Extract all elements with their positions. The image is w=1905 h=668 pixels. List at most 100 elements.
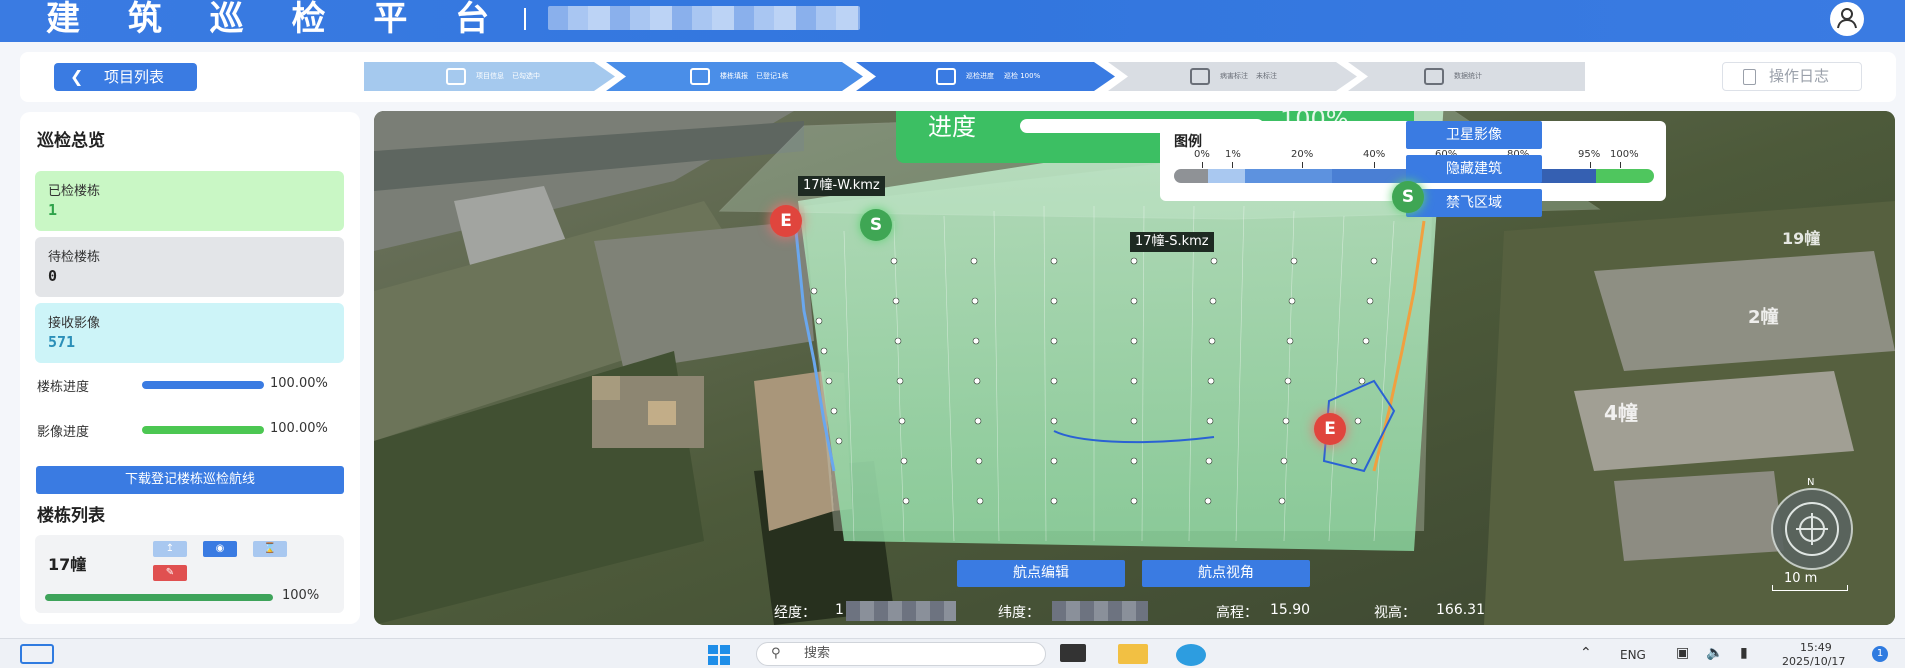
step-label: 巡检进度 bbox=[966, 72, 994, 80]
step-sub: 已登记1栋 bbox=[756, 72, 789, 80]
taskbar-search[interactable]: ⚲ 搜索 bbox=[756, 642, 1046, 666]
edit-icon[interactable]: ✎ bbox=[153, 565, 187, 581]
stats-icon bbox=[1424, 68, 1444, 85]
eye-icon[interactable]: ◉ bbox=[203, 541, 237, 557]
route-end-marker[interactable]: E bbox=[770, 205, 802, 237]
chevron-left-icon: ❮ bbox=[70, 67, 84, 86]
legend-tick-mark bbox=[1302, 162, 1303, 168]
step-inspection-progress[interactable]: 巡检进度 巡检 100% bbox=[856, 62, 1116, 91]
upload-icon[interactable]: ↥ bbox=[153, 541, 187, 557]
stat-value: 0 bbox=[48, 267, 58, 285]
legend-tick: 40% bbox=[1363, 149, 1386, 160]
app-title: 建 筑 巡 检 平 台 bbox=[46, 0, 508, 39]
hourglass-icon[interactable]: ⌛ bbox=[253, 541, 287, 557]
app: 建 筑 巡 检 平 台 ❮ 项目列表 项目信息 已勾选中 楼栋填报 已登记1栋 … bbox=[0, 0, 1905, 668]
app-header: 建 筑 巡 检 平 台 bbox=[0, 0, 1905, 42]
image-progress-label: 影像进度 bbox=[37, 425, 90, 440]
windows-taskbar: ⚲ 搜索 ⌃ ENG ▣ 🔈 ▮ 15:49 2025/10/17 1 bbox=[0, 638, 1905, 668]
waypoint-edit-button[interactable]: 航点编辑 bbox=[957, 560, 1125, 587]
legend-swatch bbox=[1208, 169, 1245, 183]
latitude-label: 纬度： bbox=[998, 605, 1040, 621]
latitude-redacted bbox=[1052, 601, 1148, 621]
legend-tick-mark bbox=[1232, 162, 1233, 168]
step-sub: 未标注 bbox=[1256, 72, 1277, 80]
battery-icon[interactable]: ▮ bbox=[1740, 645, 1748, 661]
altitude-value: 15.90 bbox=[1270, 602, 1311, 618]
legend-tick: 1% bbox=[1225, 149, 1241, 160]
user-avatar-icon[interactable] bbox=[1830, 2, 1864, 36]
map-3d-view[interactable]: 进度 100% 图例 0% 1% 20% 40% 60% 80% 95% 100… bbox=[374, 111, 1895, 625]
download-route-button[interactable]: 下载登记楼栋巡检航线 bbox=[36, 466, 344, 494]
edge-browser-icon[interactable] bbox=[1176, 644, 1206, 666]
stat-value: 1 bbox=[48, 201, 58, 219]
no-fly-zone-button[interactable]: 禁飞区域 bbox=[1406, 189, 1542, 217]
input-language[interactable]: ENG bbox=[1620, 648, 1646, 662]
hide-buildings-button[interactable]: 隐藏建筑 bbox=[1406, 155, 1542, 183]
building-progress-bar bbox=[142, 381, 264, 389]
legend-tick-mark bbox=[1202, 162, 1203, 168]
image-progress-value: 100.00% bbox=[270, 421, 328, 436]
volume-icon[interactable]: 🔈 bbox=[1706, 645, 1723, 661]
file-explorer-icon[interactable] bbox=[1118, 644, 1148, 664]
route-start-marker[interactable]: S bbox=[860, 209, 892, 241]
satellite-imagery bbox=[374, 111, 1895, 625]
route-label-w[interactable]: 17幢-W.kmz bbox=[798, 176, 885, 196]
task-view-icon[interactable] bbox=[1060, 644, 1086, 662]
step-building-register[interactable]: 楼栋填报 已登记1栋 bbox=[606, 62, 864, 91]
search-placeholder: 搜索 bbox=[804, 646, 831, 661]
compass-north-label: N bbox=[1807, 477, 1815, 488]
building-progress-label: 楼栋进度 bbox=[37, 380, 90, 395]
chevron-up-icon[interactable]: ⌃ bbox=[1580, 645, 1592, 661]
stat-label: 待检楼栋 bbox=[48, 250, 101, 265]
step-project-info[interactable]: 项目信息 已勾选中 bbox=[364, 62, 617, 91]
legend-tick-mark bbox=[1620, 162, 1621, 168]
search-icon: ⚲ bbox=[771, 646, 781, 661]
step-defect-mark[interactable]: 病害标注 未标注 bbox=[1108, 62, 1358, 91]
building-progress-percent: 100% bbox=[282, 588, 320, 603]
progress-card-title: 进度 bbox=[928, 113, 976, 141]
operation-log-button[interactable]: 操作日志 bbox=[1722, 62, 1862, 91]
step-label: 病害标注 bbox=[1220, 72, 1248, 80]
building-icon bbox=[690, 68, 710, 85]
project-name-redacted bbox=[548, 6, 860, 30]
scale-bar bbox=[1772, 585, 1848, 591]
route-start-marker[interactable]: S bbox=[1392, 181, 1424, 213]
widgets-icon[interactable] bbox=[20, 644, 54, 664]
legend-swatch bbox=[1244, 169, 1333, 183]
step-sub: 巡检 100% bbox=[1004, 72, 1041, 80]
stat-card-pending: 待检楼栋 0 bbox=[35, 237, 344, 297]
legend-swatch bbox=[1174, 169, 1209, 183]
route-label-s[interactable]: 17幢-S.kmz bbox=[1130, 232, 1214, 252]
stat-card-inspected: 已检楼栋 1 bbox=[35, 171, 344, 231]
building-label-19: 19幢 bbox=[1782, 229, 1821, 248]
legend-tick: 20% bbox=[1291, 149, 1314, 160]
coordinate-readout: 经度： 1 纬度： 高程： 15.90 视高： 166.31 bbox=[374, 597, 1895, 625]
route-end-marker[interactable]: E bbox=[1314, 413, 1346, 445]
header-divider bbox=[524, 8, 526, 30]
mark-icon bbox=[1190, 68, 1210, 85]
step-label: 楼栋填报 bbox=[720, 72, 748, 80]
document-icon bbox=[1743, 69, 1756, 85]
step-data-stats[interactable]: 数据统计 bbox=[1348, 62, 1586, 91]
satellite-imagery-button[interactable]: 卫星影像 bbox=[1406, 121, 1542, 149]
building-progress-value: 100.00% bbox=[270, 376, 328, 391]
windows-start-icon[interactable] bbox=[704, 644, 736, 666]
legend-tick: 0% bbox=[1194, 149, 1210, 160]
network-icon[interactable]: ▣ bbox=[1676, 645, 1689, 661]
back-to-project-list-button[interactable]: ❮ 项目列表 bbox=[54, 63, 197, 91]
legend-tick: 100% bbox=[1610, 149, 1639, 160]
legend-swatch bbox=[1595, 169, 1654, 183]
stat-label: 接收影像 bbox=[48, 316, 101, 331]
step-label: 项目信息 bbox=[476, 72, 504, 80]
project-info-icon bbox=[446, 68, 466, 85]
legend-tick-mark bbox=[1374, 162, 1375, 168]
step-label: 数据统计 bbox=[1454, 72, 1482, 80]
building-progress-bar bbox=[45, 594, 273, 601]
notification-badge[interactable]: 1 bbox=[1872, 646, 1888, 662]
compass-control[interactable]: N bbox=[1766, 477, 1858, 575]
waypoint-view-button[interactable]: 航点视角 bbox=[1142, 560, 1310, 587]
building-list-title: 楼栋列表 bbox=[37, 506, 105, 526]
clock-time[interactable]: 15:49 bbox=[1800, 641, 1832, 654]
clock-date[interactable]: 2025/10/17 bbox=[1782, 655, 1845, 668]
longitude-label: 经度： bbox=[774, 605, 816, 621]
